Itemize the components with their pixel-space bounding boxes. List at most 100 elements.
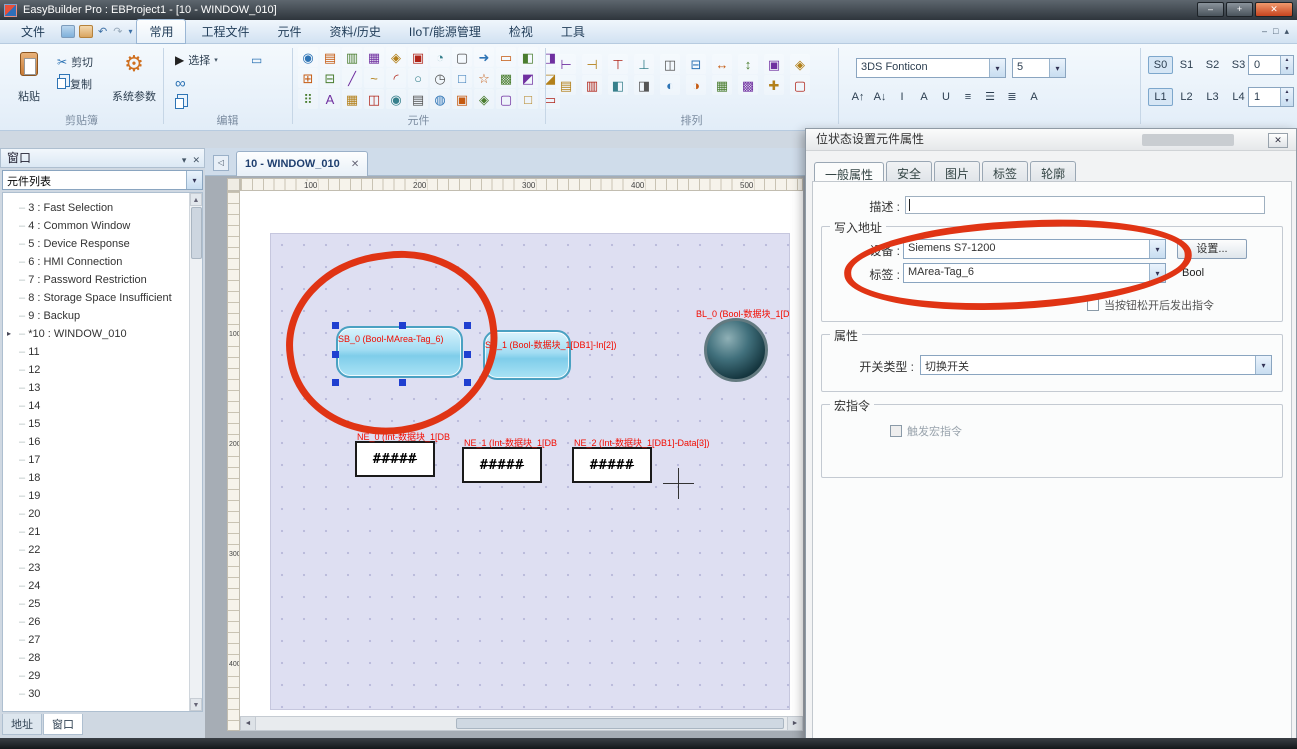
selection-handle[interactable] [332, 351, 339, 358]
release-command-checkbox-row[interactable]: 当按钮松开后发出指令 [1087, 297, 1214, 313]
font-style-icon[interactable]: A↓ [870, 88, 890, 106]
object-tool-icon[interactable]: ▦ [364, 47, 384, 67]
state-button-l1[interactable]: L1 [1148, 88, 1173, 106]
object-tool-icon[interactable]: ▣ [408, 47, 428, 67]
save-icon[interactable] [61, 25, 75, 38]
file-menu[interactable]: 文件 [8, 19, 58, 44]
arrange-tool-icon[interactable]: ◫ [660, 54, 680, 74]
state-l-spinner[interactable]: 1 ▲▼ [1248, 87, 1294, 107]
ribbon-control-icon-1[interactable]: □ [1273, 26, 1278, 37]
tree-item[interactable]: 29 [3, 667, 202, 685]
state-button-s1[interactable]: S1 [1174, 56, 1199, 74]
tree-item[interactable]: 23 [3, 559, 202, 577]
object-tool-icon[interactable]: ◔ [430, 47, 450, 67]
tree-item[interactable]: 22 [3, 541, 202, 559]
multi-select-button[interactable]: ▭ [248, 50, 265, 69]
settings-button[interactable]: 设置... [1177, 239, 1247, 259]
font-size-combo[interactable]: 5 ▾ [1012, 58, 1066, 78]
arrange-tool-icon[interactable]: ▩ [738, 75, 758, 95]
arrange-tool-icon[interactable]: ▣ [764, 54, 784, 74]
object-tool-icon[interactable]: ▭ [496, 47, 516, 67]
selection-handle[interactable] [332, 379, 339, 386]
object-tool-icon[interactable]: ▤ [320, 47, 340, 67]
object-tool-icon[interactable]: □ [518, 89, 538, 109]
tree-item[interactable]: 12 [3, 361, 202, 379]
object-list-combo[interactable]: 元件列表 ▾ [2, 170, 203, 190]
arrange-tool-icon[interactable]: ◐ [660, 75, 680, 95]
description-input[interactable] [905, 196, 1265, 214]
state-s-spinner[interactable]: 0 ▲▼ [1248, 55, 1294, 75]
tree-item[interactable]: 19 [3, 487, 202, 505]
tree-item[interactable]: 7 : Password Restriction [3, 271, 202, 289]
object-tool-icon[interactable]: ◉ [298, 47, 318, 67]
arrange-tool-icon[interactable]: ◧ [608, 75, 628, 95]
panel-close-icon[interactable]: ✕ [192, 151, 200, 169]
object-tool-icon[interactable]: ◍ [430, 89, 450, 109]
tree-item[interactable]: 5 : Device Response [3, 235, 202, 253]
object-tool-icon[interactable]: ○ [408, 68, 428, 88]
switch-type-dropdown-icon[interactable]: ▾ [1255, 356, 1271, 374]
object-tool-icon[interactable]: ◧ [518, 47, 538, 67]
tag-dropdown-icon[interactable]: ▾ [1149, 264, 1165, 282]
scroll-left-icon[interactable]: ◄ [241, 717, 256, 730]
tree-item[interactable]: 20 [3, 505, 202, 523]
menu-tab-6[interactable]: 工具 [548, 19, 598, 44]
object-tool-icon[interactable]: ▩ [496, 68, 516, 88]
tree-item[interactable]: 18 [3, 469, 202, 487]
font-style-icon[interactable]: ☰ [980, 88, 1000, 106]
window-icon[interactable] [79, 25, 93, 38]
canvas-tab[interactable]: 10 - WINDOW_010 ✕ [236, 151, 368, 176]
object-tool-icon[interactable]: ~ [364, 68, 384, 88]
tree-item[interactable]: 26 [3, 613, 202, 631]
object-tool-icon[interactable]: ▢ [452, 47, 472, 67]
object-tool-icon[interactable]: ▤ [408, 89, 428, 109]
numeric-object[interactable]: ##### [355, 441, 435, 477]
font-style-icon[interactable]: U [936, 88, 956, 106]
selection-handle[interactable] [399, 322, 406, 329]
ribbon-control-icon-2[interactable]: ▴ [1284, 26, 1289, 37]
arrange-tool-icon[interactable]: ▥ [582, 75, 602, 95]
ribbon-control-icon-0[interactable]: – [1262, 26, 1267, 37]
object-tool-icon[interactable]: □ [452, 68, 472, 88]
cut-button[interactable]: ✂ 剪切 [54, 52, 96, 71]
object-tool-icon[interactable]: ◜ [386, 68, 406, 88]
tree-item[interactable]: 16 [3, 433, 202, 451]
tree-item[interactable]: 17 [3, 451, 202, 469]
paste-button[interactable]: 粘贴 [6, 48, 52, 108]
object-tool-icon[interactable]: ▢ [496, 89, 516, 109]
tree-item[interactable]: 13 [3, 379, 202, 397]
arrange-tool-icon[interactable]: ◈ [790, 54, 810, 74]
canvas-tab-close-icon[interactable]: ✕ [351, 159, 359, 170]
tree-item[interactable]: 11 [3, 343, 202, 361]
tree-item[interactable]: 21 [3, 523, 202, 541]
font-style-icon[interactable]: I [892, 88, 912, 106]
menu-tab-5[interactable]: 检视 [496, 19, 546, 44]
tree-item[interactable]: 15 [3, 415, 202, 433]
undo-icon[interactable]: ↶ [98, 25, 107, 38]
selection-handle[interactable] [464, 351, 471, 358]
font-style-icon[interactable]: A [914, 88, 934, 106]
arrange-tool-icon[interactable]: ✚ [764, 75, 784, 95]
tree-item[interactable]: ▸*10 : WINDOW_010 [3, 325, 202, 343]
selection-handle[interactable] [399, 379, 406, 386]
tree-item[interactable]: 3 : Fast Selection [3, 199, 202, 217]
tree-item[interactable]: 27 [3, 631, 202, 649]
font-style-icon[interactable]: ≣ [1002, 88, 1022, 106]
arrange-tool-icon[interactable]: ⊟ [686, 54, 706, 74]
arrange-tool-icon[interactable]: ▤ [556, 75, 576, 95]
menu-tab-4[interactable]: IIoT/能源管理 [396, 19, 494, 44]
arrange-tool-icon[interactable]: ⊤ [608, 54, 628, 74]
object-tool-icon[interactable]: ⠿ [298, 89, 318, 109]
tree-item[interactable]: 24 [3, 577, 202, 595]
menu-tab-1[interactable]: 工程文件 [188, 19, 262, 44]
object-tool-icon[interactable]: ⊟ [320, 68, 340, 88]
arrange-tool-icon[interactable]: ◑ [686, 75, 706, 95]
system-parameters-button[interactable]: ⚙ 系统参数 [108, 48, 160, 108]
tree-scrollbar[interactable]: ▲ ▼ [189, 193, 202, 711]
arrange-tool-icon[interactable]: ⊣ [582, 54, 602, 74]
arrange-tool-icon[interactable]: ▢ [790, 75, 810, 95]
redo-icon[interactable]: ↷ [113, 25, 122, 38]
object-tool-icon[interactable]: ◈ [474, 89, 494, 109]
numeric-object[interactable]: ##### [462, 447, 542, 483]
tab-nav-left-icon[interactable]: ◁ [213, 155, 229, 171]
